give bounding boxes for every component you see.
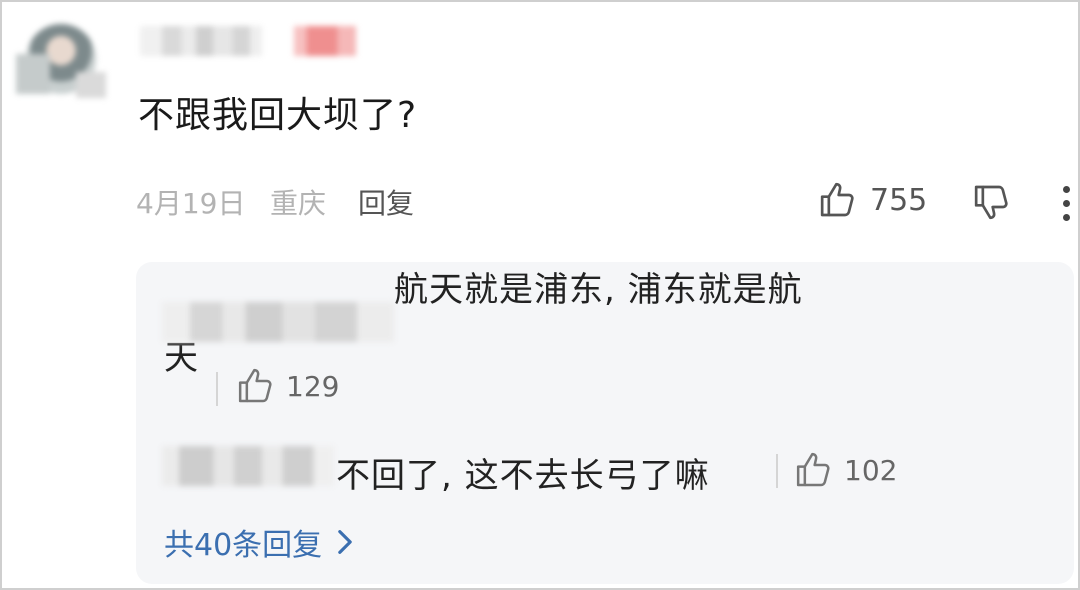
user-badge-blurred — [294, 26, 356, 56]
more-vertical-icon[interactable] — [1060, 184, 1072, 224]
username-blurred[interactable] — [140, 26, 262, 56]
dislike-button[interactable] — [972, 182, 1012, 226]
like-count: 755 — [870, 182, 928, 218]
avatar[interactable] — [16, 24, 108, 102]
reply-like-button[interactable]: 102 — [794, 450, 897, 490]
reply-button[interactable]: 回复 — [358, 182, 414, 222]
reply-like-button[interactable]: 129 — [216, 366, 339, 406]
thumbs-up-icon — [820, 182, 854, 217]
thumbs-up-icon — [796, 452, 830, 487]
comment-text: 不跟我回大坝了? — [138, 95, 418, 136]
reply-username-blurred[interactable] — [162, 446, 334, 486]
thumbs-up-icon — [238, 368, 272, 403]
replies-count-label: 共40条回复 — [164, 528, 323, 563]
thumbs-down-icon — [974, 185, 1008, 220]
like-button[interactable]: 755 — [818, 180, 927, 220]
comment-card: 不跟我回大坝了? 4月19日 重庆 回复 755 航天就是浦东, 浦东就是航 天… — [0, 0, 1080, 590]
reply-text-line1: 航天就是浦东, 浦东就是航 — [394, 270, 803, 310]
reply-like-count: 102 — [844, 453, 898, 487]
reply-like-count: 129 — [286, 369, 340, 403]
divider — [776, 454, 778, 488]
comment-date: 4月19日 — [136, 187, 246, 220]
reply-text: 不回了, 这不去长弓了嘛 — [336, 456, 710, 496]
reply-username-blurred[interactable] — [162, 302, 394, 342]
view-all-replies-link[interactable]: 共40条回复 — [164, 520, 354, 564]
chevron-right-icon — [338, 530, 352, 554]
comment-location: 重庆 — [270, 187, 327, 220]
